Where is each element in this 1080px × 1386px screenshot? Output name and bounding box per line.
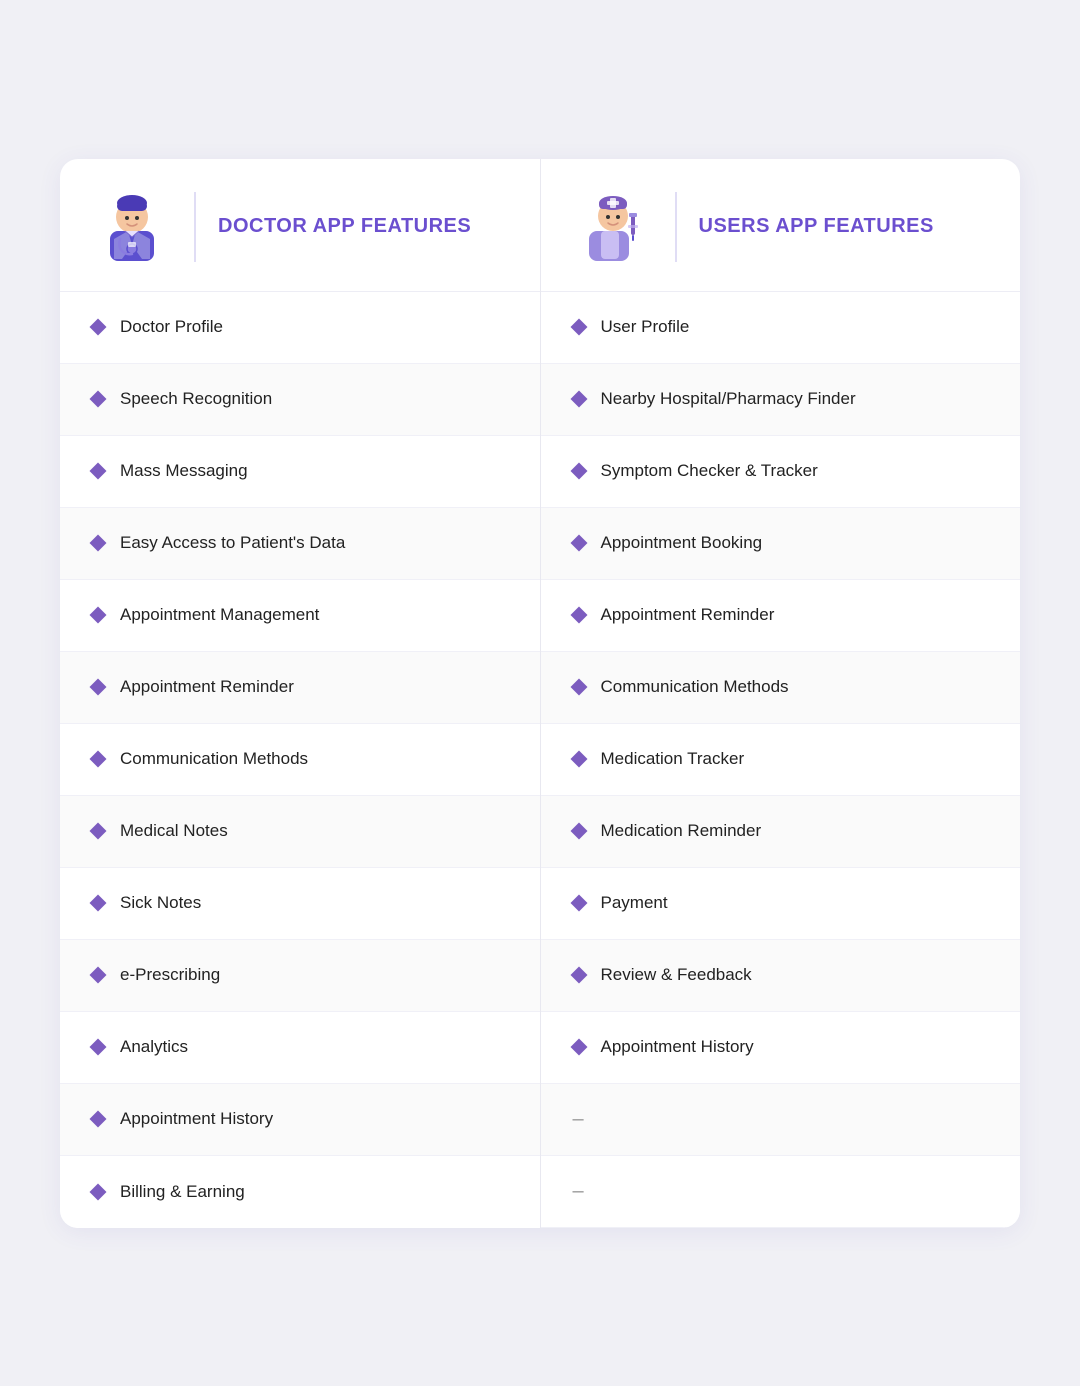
feature-label: e-Prescribing: [120, 965, 220, 985]
diamond-icon: [570, 751, 587, 768]
feature-label: Medical Notes: [120, 821, 228, 841]
feature-label: Appointment Reminder: [601, 605, 775, 625]
users-feature-row: Appointment History: [541, 1012, 1021, 1084]
feature-label: Medication Tracker: [601, 749, 745, 769]
diamond-icon: [90, 895, 107, 912]
diamond-icon: [570, 607, 587, 624]
feature-label: Nearby Hospital/Pharmacy Finder: [601, 389, 856, 409]
users-features-list: User Profile Nearby Hospital/Pharmacy Fin…: [541, 292, 1021, 1228]
feature-label: Symptom Checker & Tracker: [601, 461, 818, 481]
diamond-icon: [90, 1183, 107, 1200]
doctor-features-list: Doctor Profile Speech Recognition Mass Mes…: [60, 292, 540, 1228]
feature-label: Communication Methods: [120, 749, 308, 769]
users-feature-row: Review & Feedback: [541, 940, 1021, 1012]
users-header-divider: [675, 192, 677, 262]
doctor-feature-row: Speech Recognition: [60, 364, 540, 436]
diamond-icon: [90, 463, 107, 480]
doctor-feature-row: Appointment Reminder: [60, 652, 540, 724]
users-feature-row: Symptom Checker & Tracker: [541, 436, 1021, 508]
feature-label: Appointment Management: [120, 605, 319, 625]
users-feature-row: Payment: [541, 868, 1021, 940]
diamond-icon: [570, 823, 587, 840]
users-header: USERS APP FEATURES: [541, 159, 1021, 292]
feature-label: Appointment Booking: [601, 533, 763, 553]
feature-label: Appointment Reminder: [120, 677, 294, 697]
doctor-avatar-icon: [92, 187, 172, 267]
users-feature-row: Medication Tracker: [541, 724, 1021, 796]
doctor-title: DOCTOR APP FEATURES: [218, 215, 471, 238]
diamond-icon: [570, 319, 587, 336]
doctor-feature-row: Medical Notes: [60, 796, 540, 868]
users-feature-row: Appointment Reminder: [541, 580, 1021, 652]
diamond-icon: [570, 967, 587, 984]
diamond-icon: [570, 391, 587, 408]
diamond-icon: [570, 535, 587, 552]
diamond-icon: [570, 1039, 587, 1056]
feature-label: Communication Methods: [601, 677, 789, 697]
feature-label: Medication Reminder: [601, 821, 762, 841]
doctor-feature-row: Appointment Management: [60, 580, 540, 652]
doctor-feature-row: Appointment History: [60, 1084, 540, 1156]
diamond-icon: [90, 751, 107, 768]
users-feature-row: User Profile: [541, 292, 1021, 364]
doctor-feature-row: Sick Notes: [60, 868, 540, 940]
diamond-icon: [570, 679, 587, 696]
doctor-feature-row: Communication Methods: [60, 724, 540, 796]
users-feature-row: Communication Methods: [541, 652, 1021, 724]
feature-label: Billing & Earning: [120, 1182, 245, 1202]
diamond-icon: [90, 391, 107, 408]
users-feature-row: Appointment Booking: [541, 508, 1021, 580]
doctor-feature-row: Doctor Profile: [60, 292, 540, 364]
users-column: USERS APP FEATURES User Profile Nearby Ho…: [541, 159, 1021, 1228]
doctor-feature-row: Easy Access to Patient's Data: [60, 508, 540, 580]
diamond-icon: [90, 823, 107, 840]
users-feature-row: Medication Reminder: [541, 796, 1021, 868]
users-dash-cell: –: [541, 1156, 1021, 1228]
diamond-icon: [90, 607, 107, 624]
diamond-icon: [90, 319, 107, 336]
feature-label: Appointment History: [601, 1037, 754, 1057]
feature-label: Review & Feedback: [601, 965, 752, 985]
diamond-icon: [90, 1039, 107, 1056]
diamond-icon: [90, 679, 107, 696]
doctor-header: DOCTOR APP FEATURES: [60, 159, 540, 292]
feature-label: Doctor Profile: [120, 317, 223, 337]
doctor-feature-row: e-Prescribing: [60, 940, 540, 1012]
users-feature-row: Nearby Hospital/Pharmacy Finder: [541, 364, 1021, 436]
feature-label: Analytics: [120, 1037, 188, 1057]
feature-label: Speech Recognition: [120, 389, 272, 409]
feature-label: Payment: [601, 893, 668, 913]
diamond-icon: [90, 1111, 107, 1128]
users-dash-cell: –: [541, 1084, 1021, 1156]
feature-label: User Profile: [601, 317, 690, 337]
diamond-icon: [90, 535, 107, 552]
feature-label: Easy Access to Patient's Data: [120, 533, 345, 553]
feature-label: Sick Notes: [120, 893, 201, 913]
feature-label: Appointment History: [120, 1109, 273, 1129]
columns-container: DOCTOR APP FEATURES Doctor Profile Speech…: [60, 159, 1020, 1228]
doctor-feature-row: Billing & Earning: [60, 1156, 540, 1228]
doctor-header-divider: [194, 192, 196, 262]
diamond-icon: [570, 895, 587, 912]
doctor-feature-row: Mass Messaging: [60, 436, 540, 508]
feature-label: Mass Messaging: [120, 461, 248, 481]
doctor-feature-row: Analytics: [60, 1012, 540, 1084]
doctor-column: DOCTOR APP FEATURES Doctor Profile Speech…: [60, 159, 541, 1228]
users-title: USERS APP FEATURES: [699, 215, 934, 238]
diamond-icon: [570, 463, 587, 480]
user-avatar-icon: [573, 187, 653, 267]
diamond-icon: [90, 967, 107, 984]
main-card: DOCTOR APP FEATURES Doctor Profile Speech…: [60, 159, 1020, 1228]
